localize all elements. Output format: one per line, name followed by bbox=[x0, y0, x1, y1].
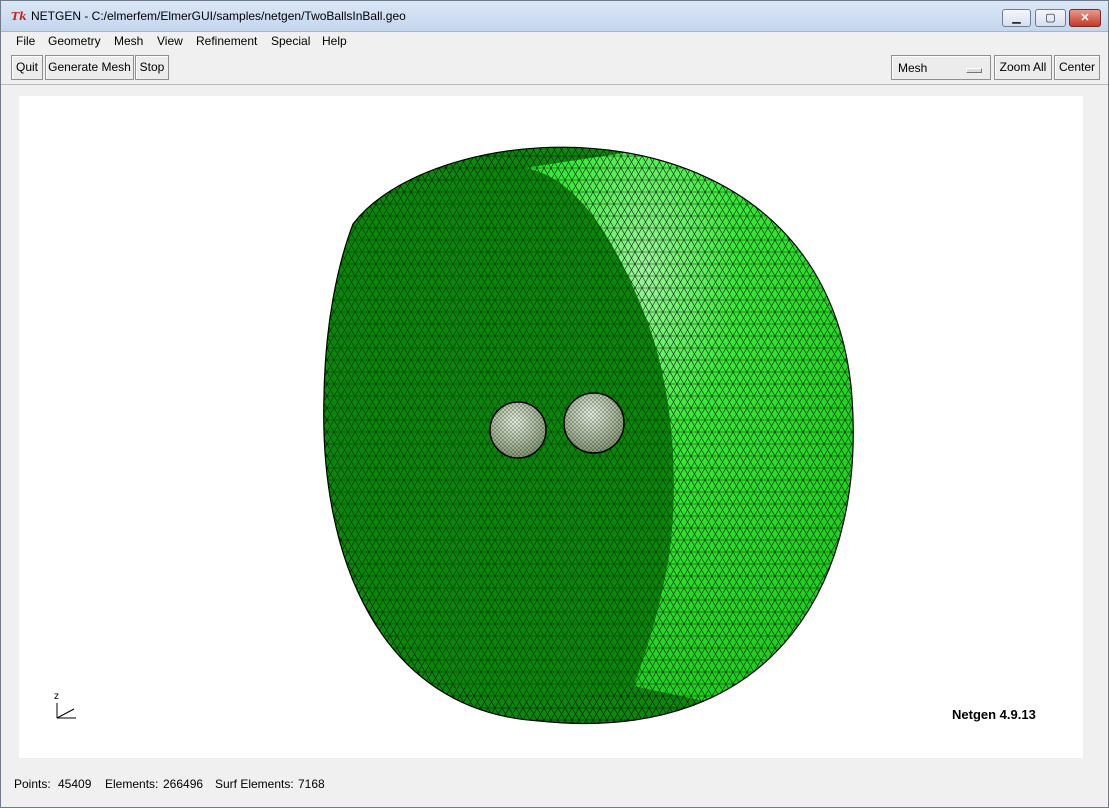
center-button[interactable]: Center bbox=[1054, 55, 1100, 80]
menu-mesh[interactable]: Mesh bbox=[114, 34, 143, 48]
menu-file[interactable]: File bbox=[16, 34, 35, 48]
menu-refinement[interactable]: Refinement bbox=[196, 34, 257, 48]
axis-z-label: z bbox=[54, 691, 59, 702]
menu-bar: File Geometry Mesh View Refinement Speci… bbox=[1, 32, 1108, 51]
window-title: NETGEN - C:/elmerfem/ElmerGUI/samples/ne… bbox=[31, 9, 406, 23]
menu-special[interactable]: Special bbox=[271, 34, 310, 48]
toolbar: Quit Generate Mesh Stop Mesh Zoom All Ce… bbox=[1, 52, 1108, 85]
minimize-button[interactable]: ▁ bbox=[1002, 9, 1031, 27]
status-bar: Points: 45409 Elements: 266496 Surf Elem… bbox=[1, 766, 1108, 806]
menu-view[interactable]: View bbox=[157, 34, 183, 48]
inner-ball-right bbox=[563, 392, 625, 454]
minimize-icon: ▁ bbox=[1012, 12, 1021, 24]
maximize-button[interactable]: ▢ bbox=[1035, 9, 1066, 27]
view-mode-value: Mesh bbox=[898, 61, 928, 75]
close-icon: ✕ bbox=[1080, 12, 1090, 24]
mesh-render[interactable] bbox=[19, 96, 1083, 758]
zoom-all-button[interactable]: Zoom All bbox=[994, 55, 1052, 80]
view-mode-select[interactable]: Mesh bbox=[891, 55, 991, 80]
app-window: Tk NETGEN - C:/elmerfem/ElmerGUI/samples… bbox=[0, 0, 1109, 808]
points-value: 45409 bbox=[58, 777, 92, 791]
maximize-icon: ▢ bbox=[1045, 12, 1056, 24]
quit-button[interactable]: Quit bbox=[11, 55, 43, 80]
menu-help[interactable]: Help bbox=[322, 34, 347, 48]
close-button[interactable]: ✕ bbox=[1069, 9, 1101, 27]
elements-label: Elements: bbox=[105, 777, 159, 791]
generate-mesh-button[interactable]: Generate Mesh bbox=[45, 55, 134, 80]
option-menu-indicator-icon bbox=[966, 68, 982, 73]
axes-indicator bbox=[56, 703, 76, 719]
render-canvas[interactable]: Netgen 4.9.13 z bbox=[19, 96, 1083, 758]
surf-elements-label: Surf Elements: bbox=[215, 777, 294, 791]
inner-ball-left bbox=[489, 401, 547, 459]
title-bar[interactable]: Tk NETGEN - C:/elmerfem/ElmerGUI/samples… bbox=[1, 1, 1108, 32]
menu-geometry[interactable]: Geometry bbox=[48, 34, 101, 48]
elements-value: 266496 bbox=[163, 777, 204, 791]
viewport-frame: Netgen 4.9.13 z bbox=[10, 88, 1099, 764]
version-label: Netgen 4.9.13 bbox=[952, 707, 1036, 722]
surf-elements-value: 7168 bbox=[298, 777, 325, 791]
stop-button[interactable]: Stop bbox=[135, 55, 169, 80]
tk-feather-icon: Tk bbox=[11, 10, 27, 23]
points-label: Points: bbox=[14, 777, 51, 791]
